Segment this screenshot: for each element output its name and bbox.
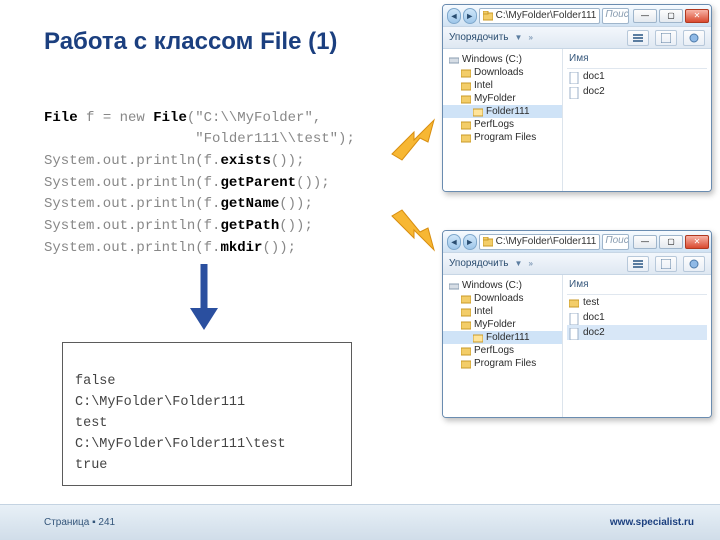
- site-url: www.specialist.ru: [610, 517, 694, 528]
- folder-tree[interactable]: Windows (C:) Downloads Intel MyFolder Fo…: [443, 275, 563, 417]
- explorer-titlebar: ◄ ► C:\MyFolder\Folder111 Поиск: Fo — ▢ …: [443, 231, 711, 253]
- maximize-button[interactable]: ▢: [659, 235, 683, 249]
- close-button[interactable]: ✕: [685, 235, 709, 249]
- tree-item[interactable]: Intel: [443, 305, 562, 318]
- tree-item[interactable]: MyFolder: [443, 92, 562, 105]
- folder-icon: [461, 294, 471, 304]
- folder-icon: [461, 120, 471, 130]
- file-list[interactable]: Имя doc1 doc2: [563, 49, 711, 191]
- organize-button[interactable]: Упорядочить: [449, 258, 509, 269]
- folder-icon: [461, 359, 471, 369]
- column-header[interactable]: Имя: [567, 51, 707, 69]
- arrow-right-icon: [390, 118, 438, 164]
- organize-button[interactable]: Упорядочить: [449, 32, 509, 43]
- folder-icon: [461, 307, 471, 317]
- folder-tree[interactable]: Windows (C:) Downloads Intel MyFolder Fo…: [443, 49, 563, 191]
- tree-item[interactable]: PerfLogs: [443, 118, 562, 131]
- nav-back-button[interactable]: ◄: [447, 234, 461, 250]
- list-item[interactable]: doc1: [567, 310, 707, 325]
- minimize-button[interactable]: —: [633, 235, 657, 249]
- address-text: C:\MyFolder\Folder111: [496, 10, 597, 21]
- output-box: false C:\MyFolder\Folder111 test C:\MyFo…: [62, 342, 352, 486]
- folder-open-icon: [473, 333, 483, 343]
- folder-icon: [569, 298, 579, 308]
- tree-item[interactable]: Intel: [443, 79, 562, 92]
- folder-icon: [461, 346, 471, 356]
- tree-item[interactable]: Downloads: [443, 66, 562, 79]
- maximize-button[interactable]: ▢: [659, 9, 683, 23]
- explorer-window-before: ◄ ► C:\MyFolder\Folder111 Поиск: Fo — ▢ …: [442, 4, 712, 192]
- tree-item[interactable]: Windows (C:): [443, 53, 562, 66]
- folder-icon: [483, 237, 493, 247]
- address-bar[interactable]: C:\MyFolder\Folder111: [479, 234, 601, 250]
- tree-item[interactable]: PerfLogs: [443, 344, 562, 357]
- slide-title: Работа с классом File (1): [44, 28, 337, 56]
- list-item[interactable]: doc1: [567, 69, 707, 84]
- folder-icon: [461, 68, 471, 78]
- tree-item[interactable]: Program Files: [443, 131, 562, 144]
- nav-forward-button[interactable]: ►: [463, 234, 477, 250]
- arrow-down-icon: [186, 262, 222, 332]
- explorer-titlebar: ◄ ► C:\MyFolder\Folder111 Поиск: Fo — ▢ …: [443, 5, 711, 27]
- explorer-toolbar: Упорядочить ▼ »: [443, 253, 711, 275]
- explorer-window-after: ◄ ► C:\MyFolder\Folder111 Поиск: Fo — ▢ …: [442, 230, 712, 418]
- list-item[interactable]: doc2: [567, 325, 707, 340]
- folder-open-icon: [473, 107, 483, 117]
- tree-item[interactable]: MyFolder: [443, 318, 562, 331]
- close-button[interactable]: ✕: [685, 9, 709, 23]
- search-input[interactable]: Поиск: Fo: [602, 8, 629, 24]
- column-header[interactable]: Имя: [567, 277, 707, 295]
- nav-forward-button[interactable]: ►: [463, 8, 477, 24]
- view-button[interactable]: [627, 30, 649, 46]
- help-button[interactable]: [683, 256, 705, 272]
- drive-icon: [449, 281, 459, 291]
- list-item[interactable]: doc2: [567, 84, 707, 99]
- file-icon: [569, 72, 579, 82]
- footer: Страница ▪ 241 www.specialist.ru: [0, 504, 720, 540]
- preview-button[interactable]: [655, 256, 677, 272]
- tree-item[interactable]: Windows (C:): [443, 279, 562, 292]
- folder-icon: [461, 320, 471, 330]
- view-button[interactable]: [627, 256, 649, 272]
- drive-icon: [449, 55, 459, 65]
- folder-icon: [461, 133, 471, 143]
- preview-button[interactable]: [655, 30, 677, 46]
- tree-item-selected[interactable]: Folder111: [443, 331, 562, 344]
- list-item[interactable]: test: [567, 295, 707, 310]
- help-button[interactable]: [683, 30, 705, 46]
- code-block: File f = new File("C:\\MyFolder", "Folde…: [44, 86, 355, 260]
- tree-item-selected[interactable]: Folder111: [443, 105, 562, 118]
- file-icon: [569, 87, 579, 97]
- chevron-down-icon: ▼: [515, 33, 523, 42]
- explorer-toolbar: Упорядочить ▼ »: [443, 27, 711, 49]
- nav-back-button[interactable]: ◄: [447, 8, 461, 24]
- tree-item[interactable]: Downloads: [443, 292, 562, 305]
- tree-item[interactable]: Program Files: [443, 357, 562, 370]
- file-icon: [569, 328, 579, 338]
- folder-icon: [483, 11, 493, 21]
- folder-icon: [461, 94, 471, 104]
- address-text: C:\MyFolder\Folder111: [496, 236, 597, 247]
- page-number: Страница ▪ 241: [44, 517, 115, 528]
- toolbar-more[interactable]: »: [528, 259, 532, 268]
- toolbar-more[interactable]: »: [528, 33, 532, 42]
- folder-icon: [461, 81, 471, 91]
- minimize-button[interactable]: —: [633, 9, 657, 23]
- file-list[interactable]: Имя test doc1 doc2: [563, 275, 711, 417]
- file-icon: [569, 313, 579, 323]
- chevron-down-icon: ▼: [515, 259, 523, 268]
- search-input[interactable]: Поиск: Fo: [602, 234, 629, 250]
- arrow-right-icon: [390, 208, 438, 254]
- address-bar[interactable]: C:\MyFolder\Folder111: [479, 8, 601, 24]
